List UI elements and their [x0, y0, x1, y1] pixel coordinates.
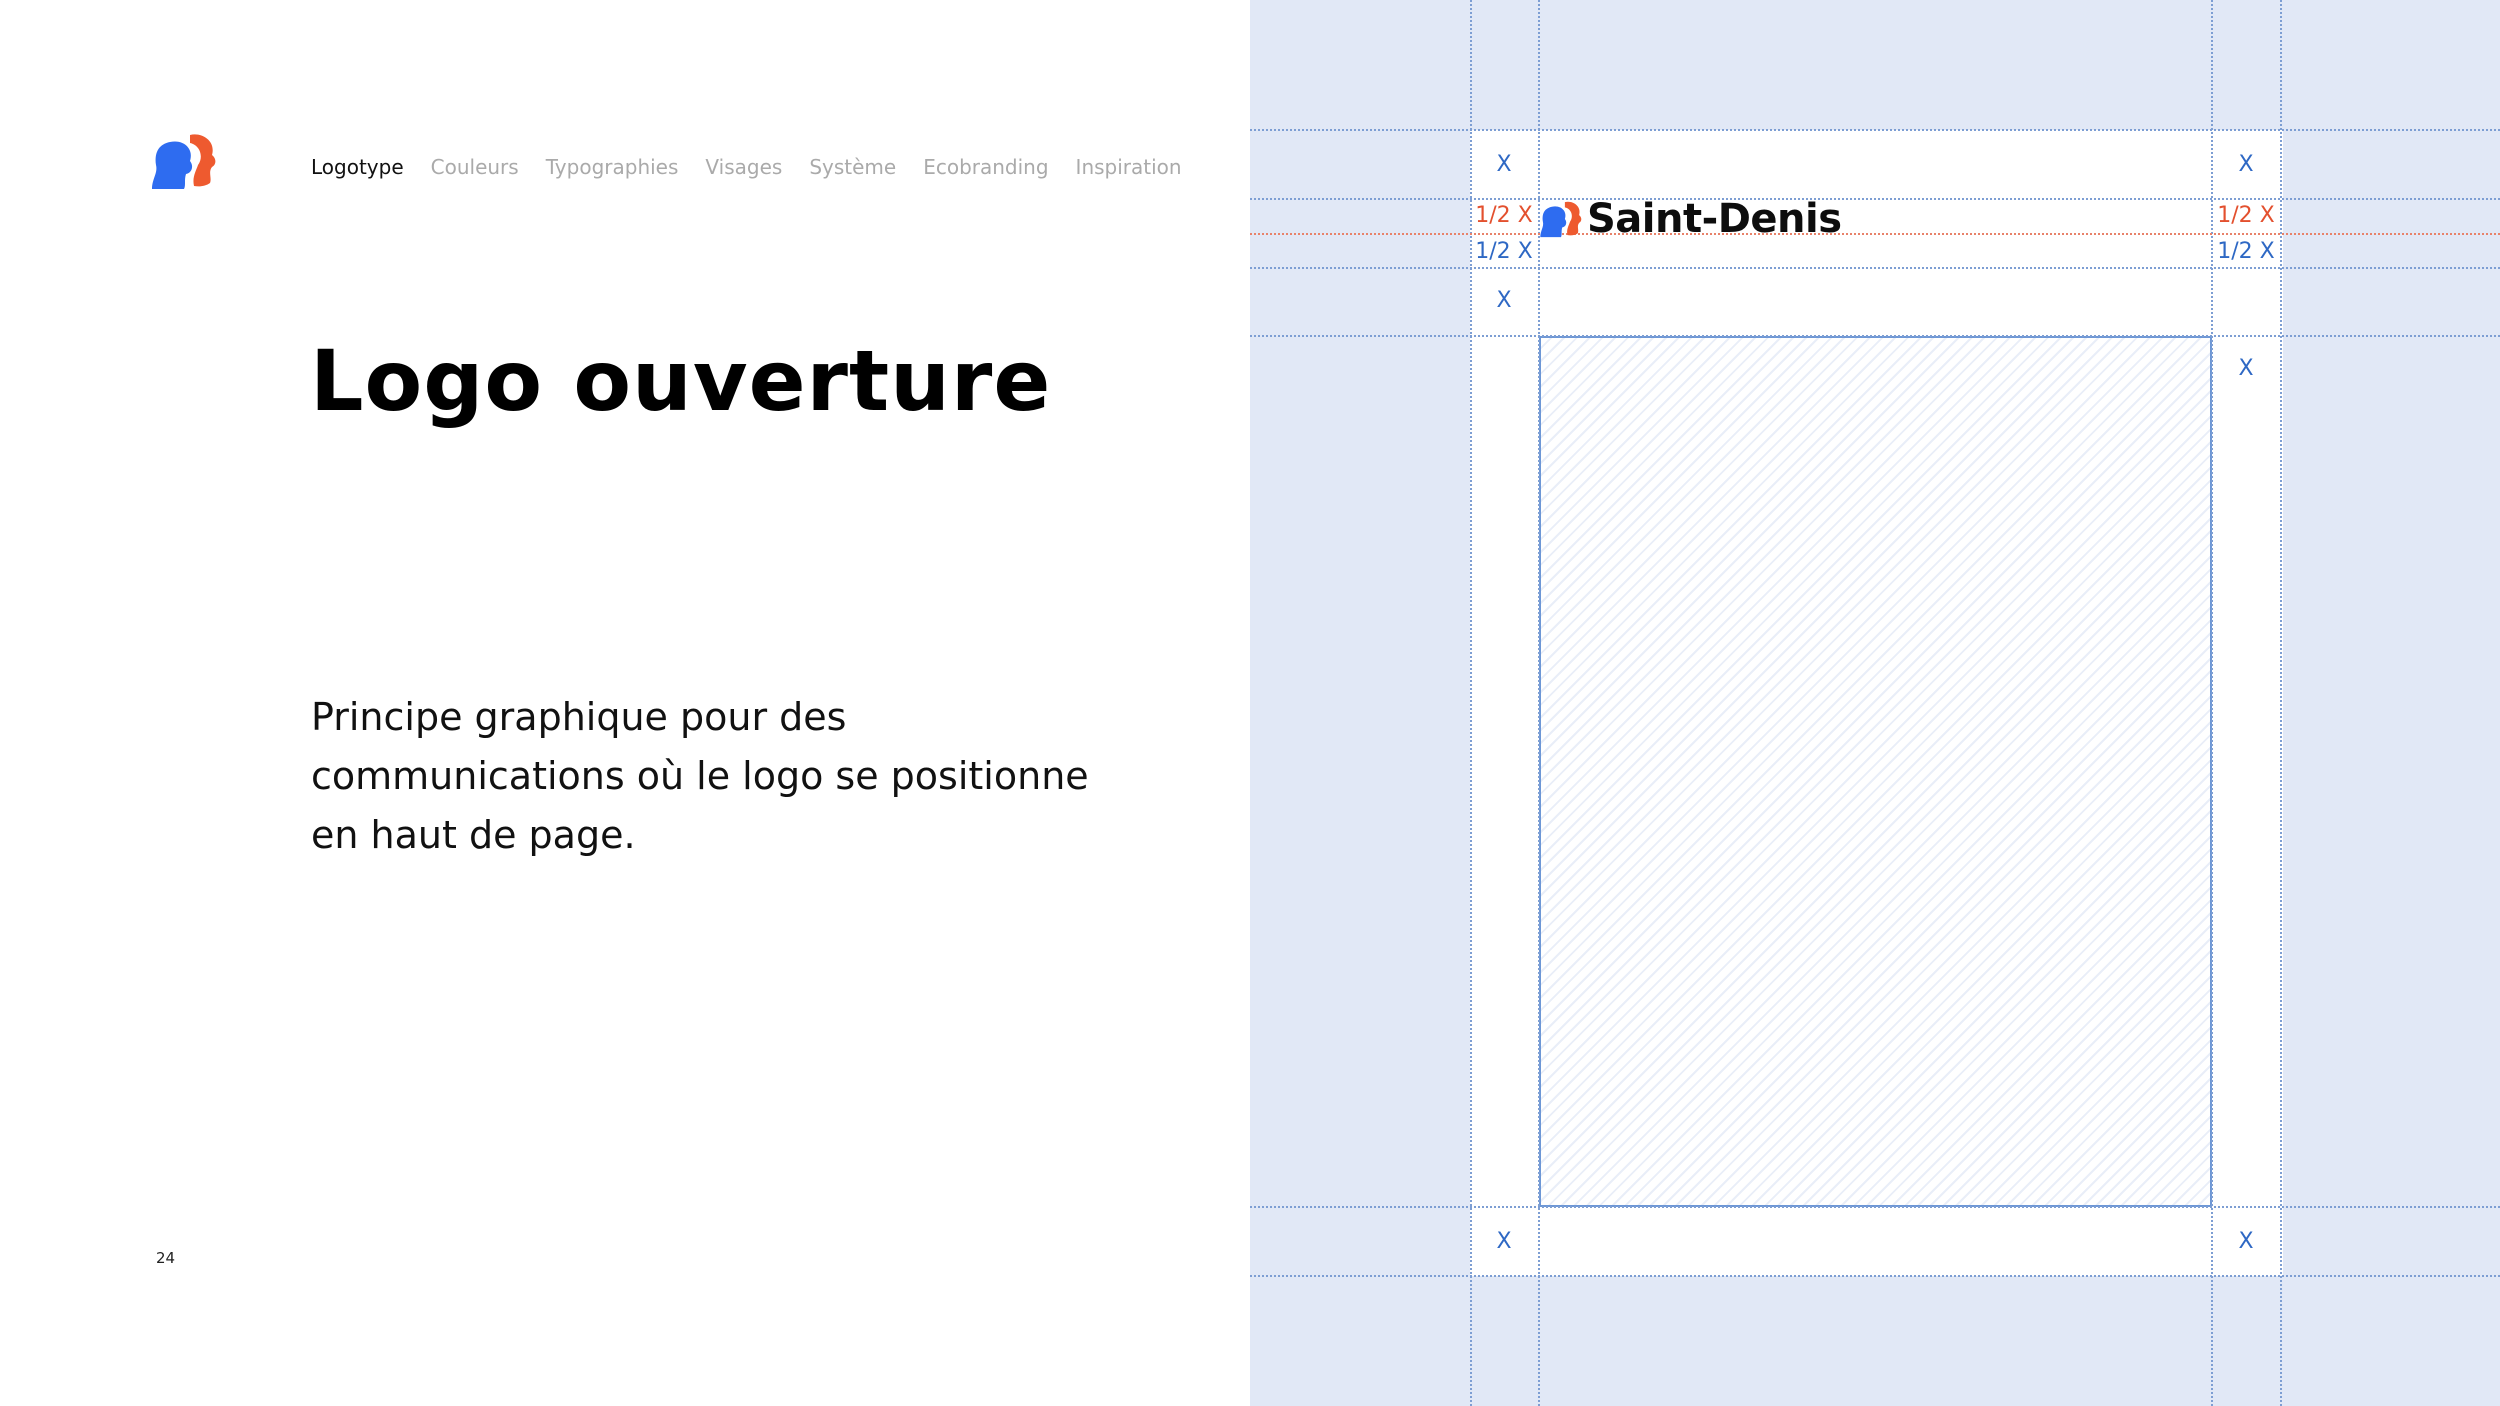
- nav-item-couleurs[interactable]: Couleurs: [431, 155, 519, 179]
- nav-item-visages[interactable]: Visages: [705, 155, 782, 179]
- nav-item-ecobranding[interactable]: Ecobranding: [923, 155, 1048, 179]
- saint-denis-logo-icon: [1540, 201, 1582, 238]
- guide-line: [1250, 1275, 2500, 1277]
- nav-item-typographies[interactable]: Typographies: [546, 155, 679, 179]
- guide-line: [1250, 267, 2500, 269]
- nav-item-inspiration[interactable]: Inspiration: [1076, 155, 1182, 179]
- page-number: 24: [156, 1249, 176, 1267]
- nav-item-systeme[interactable]: Système: [809, 155, 896, 179]
- left-panel: Logotype Couleurs Typographies Visages S…: [0, 0, 1250, 1406]
- margin-label-half-x: 1/2 X: [1475, 239, 1533, 264]
- page-description: Principe graphique pour des communicatio…: [311, 695, 1089, 857]
- baseline-guide: [1250, 233, 2500, 235]
- saint-denis-logo: Saint-Denis: [1539, 196, 1842, 242]
- saint-denis-logo-icon: [152, 134, 216, 189]
- guide-line: [1250, 198, 2500, 200]
- guide-line: [1250, 335, 2500, 337]
- margin-label-x: X: [2238, 1229, 2254, 1254]
- margin-label-half-x: 1/2 X: [2217, 239, 2275, 264]
- margin-label-x: X: [1496, 152, 1512, 177]
- logo-wordmark: Saint-Denis: [1587, 196, 1842, 242]
- page-title: Logo ouverture: [310, 332, 1052, 430]
- margin-label-half-x: 1/2 X: [1475, 203, 1533, 228]
- content-area: [1539, 336, 2212, 1207]
- margin-label-x: X: [1496, 1229, 1512, 1254]
- nav-item-logotype[interactable]: Logotype: [311, 155, 404, 179]
- top-navigation: Logotype Couleurs Typographies Visages S…: [311, 155, 1182, 179]
- logo-placement-diagram: Saint-Denis X X 1/2 X 1/2 X 1/2 X 1/2 X …: [1250, 0, 2500, 1406]
- guide-line: [1250, 1206, 2500, 1208]
- margin-label-half-x: 1/2 X: [2217, 203, 2275, 228]
- margin-label-x: X: [2238, 356, 2254, 381]
- margin-label-x: X: [2238, 152, 2254, 177]
- guide-line: [1250, 129, 2500, 131]
- margin-label-x: X: [1496, 288, 1512, 313]
